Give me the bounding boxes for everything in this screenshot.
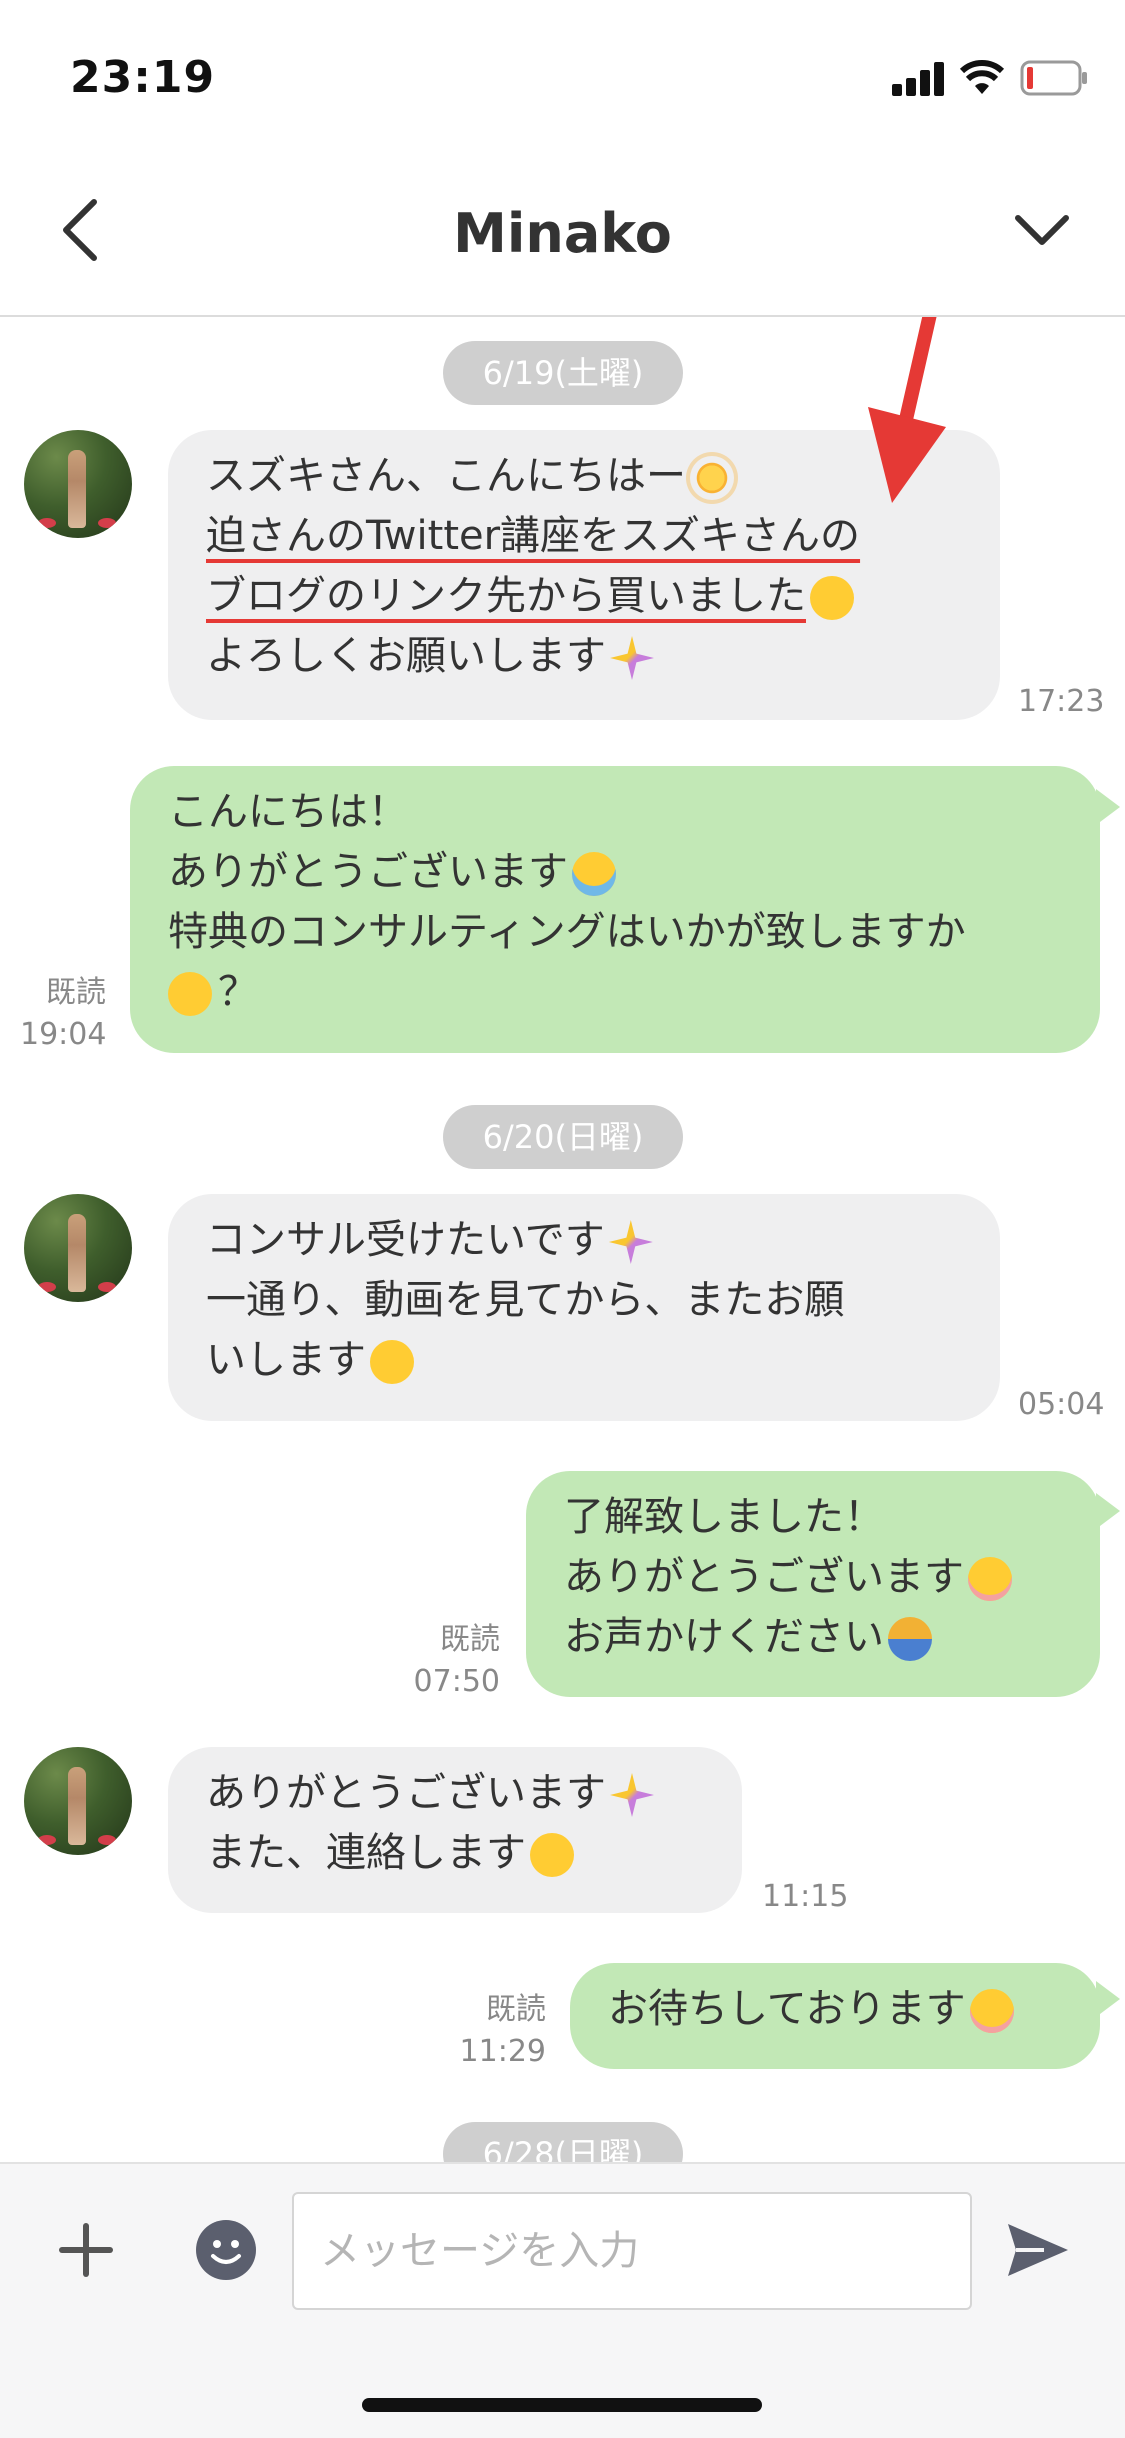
grinning-emoji-icon	[810, 576, 854, 620]
bubble-tail	[1096, 789, 1120, 825]
message-line: 迫さんのTwitter講座をスズキさんの	[206, 513, 861, 559]
message-line: 一通り、動画を見てから、またお願	[206, 1277, 845, 1323]
avatar[interactable]	[24, 1194, 132, 1302]
message-line: こんにちは！	[168, 789, 408, 835]
message-time: 05:04	[1018, 1387, 1105, 1422]
message-bubble[interactable]: お待ちしております	[570, 1963, 1100, 2069]
read-receipt: 既読 19:04	[20, 975, 107, 1052]
bubble-tail	[1096, 1493, 1120, 1529]
send-icon[interactable]	[1004, 2218, 1072, 2282]
message-line: お待ちしております	[608, 1979, 1062, 2039]
message-line: 特典のコンサルティングはいかが致しますか	[168, 909, 966, 955]
message-line: また、連絡します	[206, 1823, 704, 1883]
smiling-emoji-icon	[530, 1833, 574, 1877]
battery-icon	[1020, 60, 1087, 96]
message-bubble[interactable]: 了解致しました！ ありがとうございます お声かけください	[526, 1471, 1100, 1697]
annotation-arrow-icon	[868, 317, 946, 503]
winking-emoji-icon	[168, 972, 212, 1016]
message-bubble[interactable]: コンサル受けたいです一通り、動画を見てから、またお願いします	[168, 1194, 1000, 1421]
message-time: 17:23	[1018, 684, 1105, 719]
message-time: 11:15	[762, 1879, 849, 1914]
date-separator: 6/28(日曜)	[443, 2122, 683, 2162]
chat-header: Minako	[0, 150, 1125, 317]
grinning-emoji-icon	[370, 1340, 414, 1384]
bubble-tail	[1096, 1981, 1120, 2017]
sparkles-emoji-icon	[610, 636, 654, 680]
message-input[interactable]	[292, 2192, 972, 2310]
message-line: ありがとうございます	[168, 842, 1062, 902]
message-bubble[interactable]: ありがとうございます また、連絡します	[168, 1747, 742, 1913]
bowing-emoji-icon	[888, 1617, 932, 1661]
date-separator: 6/19(土曜)	[443, 341, 683, 405]
message-line: ありがとうございます	[564, 1547, 1062, 1607]
chat-area[interactable]: 6/19(土曜) スズキさん、こんにちはー迫さんのTwitter講座をスズキさん…	[0, 317, 1125, 2162]
message-line: コンサル受けたいです	[206, 1210, 962, 1270]
message-line: よろしくお願いします	[206, 626, 962, 686]
avatar[interactable]	[24, 1747, 132, 1855]
message-line: ありがとうございます	[206, 1763, 704, 1823]
message-bubble[interactable]: こんにちは！ ありがとうございます特典のコンサルティングはいかが致しますか ？	[130, 766, 1100, 1053]
chat-title: Minako	[453, 202, 672, 265]
message-line: 了解致しました！	[564, 1494, 884, 1540]
read-receipt: 既読 11:29	[459, 1992, 546, 2069]
sparkles-emoji-icon	[610, 1773, 654, 1817]
crying-emoji-icon	[572, 852, 616, 896]
add-icon[interactable]	[58, 2222, 114, 2278]
status-time: 23:19	[70, 52, 216, 103]
date-separator: 6/20(日曜)	[443, 1105, 683, 1169]
signal-icon	[892, 62, 944, 96]
message-line: スズキさん、こんにちはー	[206, 446, 962, 506]
sparkles-emoji-icon	[608, 1220, 653, 1264]
message-line: ブログのリンク先から買いました	[206, 566, 962, 626]
sticker-icon[interactable]	[194, 2218, 258, 2282]
smiling-emoji-icon	[968, 1557, 1012, 1601]
message-line: ？	[168, 962, 1062, 1022]
message-line: いします	[206, 1330, 962, 1390]
smiling-emoji-icon	[969, 1989, 1014, 2033]
input-bar	[0, 2162, 1125, 2438]
wifi-icon	[960, 60, 1004, 94]
sun-emoji-icon	[690, 456, 734, 500]
chevron-down-icon[interactable]	[1014, 212, 1070, 248]
read-receipt: 既読 07:50	[413, 1622, 500, 1699]
message-line: お声かけください	[564, 1607, 1062, 1667]
avatar[interactable]	[24, 430, 132, 538]
home-indicator[interactable]	[362, 2398, 762, 2412]
